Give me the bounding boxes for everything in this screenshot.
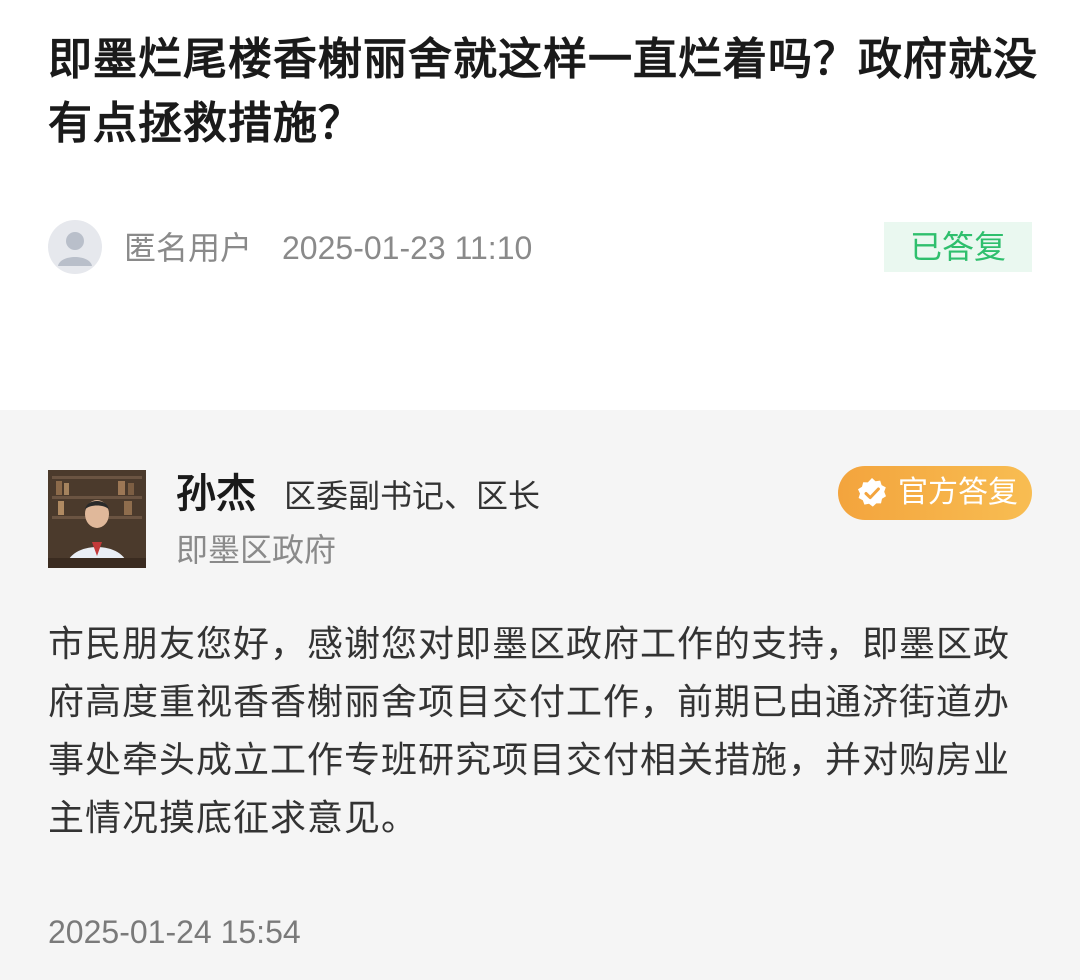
status-badge: 已答复 — [884, 222, 1032, 272]
answer-section: 孙杰 区委副书记、区长 即墨区政府 官方答复 市民朋友您好，感谢您对即墨区政府工… — [0, 410, 1080, 980]
page: 即墨烂尾楼香榭丽舍就这样一直烂着吗？政府就没有点拯救措施？ 匿名用户 2025-… — [0, 0, 1080, 980]
user-silhouette-icon[interactable] — [48, 220, 102, 274]
verified-check-icon — [858, 478, 886, 507]
reply-text: 市民朋友您好，感谢您对即墨区政府工作的支持，即墨区政府高度重视香香榭丽舍项目交付… — [48, 624, 1011, 839]
official-reply-badge: 官方答复 — [838, 466, 1032, 520]
official-photo[interactable] — [48, 470, 146, 568]
asker-row: 匿名用户 2025-01-23 11:10 已答复 — [48, 220, 1032, 276]
question-title: 即墨烂尾楼香榭丽舍就这样一直烂着吗？政府就没有点拯救措施？ — [48, 34, 1038, 149]
asked-timestamp: 2025-01-23 11:10 — [282, 230, 533, 266]
asker-name: 匿名用户 — [124, 229, 253, 267]
official-name: 孙杰 — [176, 471, 256, 517]
official-title: 区委副书记、区长 — [284, 477, 541, 515]
question-section: 即墨烂尾楼香榭丽舍就这样一直烂着吗？政府就没有点拯救措施？ 匿名用户 2025-… — [0, 0, 1080, 410]
official-reply-label: 官方答复 — [898, 475, 1018, 510]
answered-timestamp: 2025-01-24 15:54 — [48, 914, 301, 950]
official-department: 即墨区政府 — [176, 531, 337, 569]
